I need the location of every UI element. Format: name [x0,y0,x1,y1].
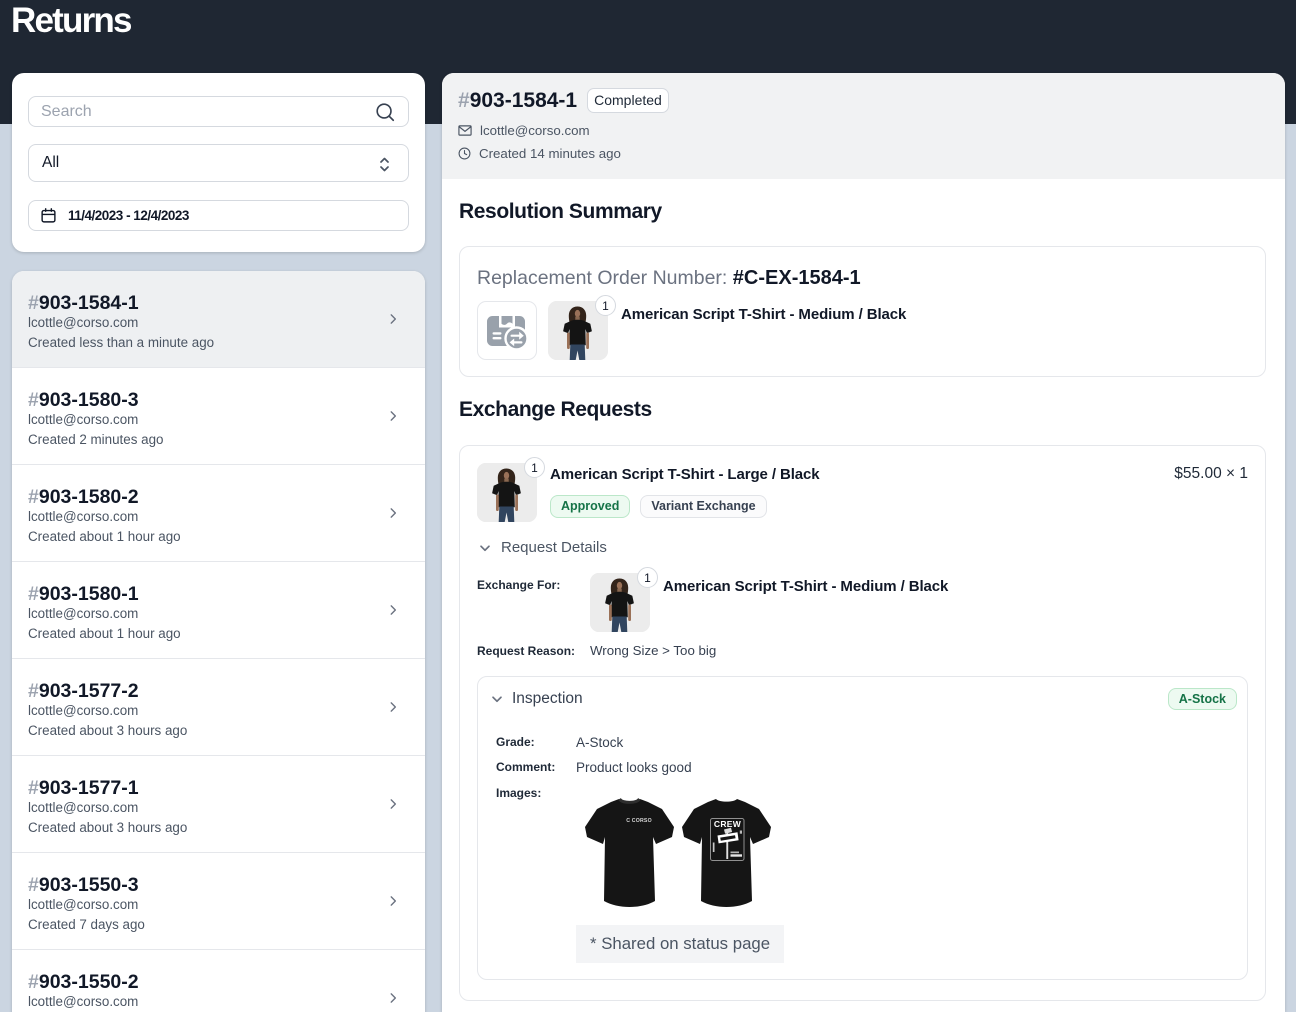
svg-text:CREW: CREW [714,819,742,829]
svg-text:C CORSO: C CORSO [626,818,652,824]
